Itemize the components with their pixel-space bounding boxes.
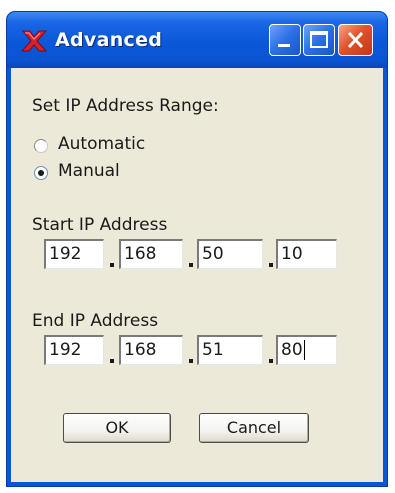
end-ip-octet-3[interactable]: 51 (197, 335, 263, 365)
end-ip-separator-2 (189, 359, 193, 363)
radio-automatic-circle[interactable] (34, 139, 48, 153)
end-ip-octet-4[interactable]: 80 (276, 335, 337, 365)
radio-automatic-label[interactable]: Automatic (58, 134, 145, 154)
end-ip-octet-1[interactable]: 192 (44, 335, 104, 365)
start-ip-separator-2 (189, 263, 193, 267)
end-ip-separator-3 (269, 359, 273, 363)
start-ip-label: Start IP Address (32, 215, 168, 235)
start-ip-octet-1[interactable]: 192 (44, 239, 104, 269)
maximize-button[interactable] (303, 24, 335, 56)
maximize-icon (310, 31, 328, 48)
red-x-app-icon (20, 30, 48, 52)
radio-manual-circle[interactable] (34, 166, 48, 180)
end-ip-label: End IP Address (32, 311, 159, 331)
start-ip-separator-1 (110, 263, 114, 267)
text-cursor (303, 340, 305, 360)
ok-button[interactable]: OK (63, 413, 171, 443)
dialog-body: Set IP Address Range: Automatic Manual S… (11, 68, 383, 482)
radio-manual-label[interactable]: Manual (58, 161, 120, 181)
start-ip-separator-3 (269, 263, 273, 267)
minimize-button[interactable] (269, 24, 301, 56)
end-ip-octet-2[interactable]: 168 (119, 335, 183, 365)
minimize-icon (278, 44, 290, 47)
title-bar[interactable]: Advanced (7, 12, 387, 68)
close-icon (347, 31, 364, 49)
range-heading: Set IP Address Range: (32, 96, 219, 116)
radio-selected-dot (38, 170, 44, 176)
close-button[interactable] (338, 24, 373, 56)
dialog-window: Advanced Set IP Address Range: Automatic (6, 11, 388, 487)
start-ip-octet-4[interactable]: 10 (276, 239, 337, 269)
cancel-button[interactable]: Cancel (199, 413, 309, 443)
start-ip-octet-2[interactable]: 168 (119, 239, 183, 269)
start-ip-octet-3[interactable]: 50 (197, 239, 263, 269)
end-ip-separator-1 (110, 359, 114, 363)
end-ip-octet-4-value: 80 (281, 340, 303, 360)
window-title: Advanced (55, 29, 163, 51)
